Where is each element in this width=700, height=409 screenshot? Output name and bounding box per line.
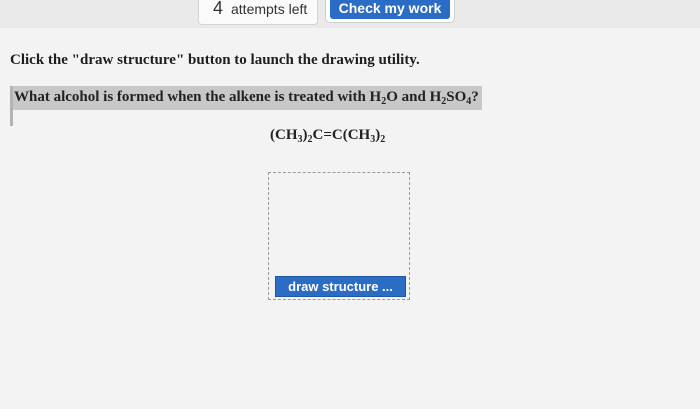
question-part: SO — [446, 89, 467, 105]
draw-structure-button[interactable]: draw structure ... — [275, 276, 406, 297]
question-part: O and H — [386, 89, 442, 105]
question-text: What alcohol is formed when the alkene i… — [14, 89, 479, 107]
question-part: ? — [471, 89, 479, 105]
question-accent-bar — [10, 86, 13, 126]
check-my-work-button[interactable]: Check my work — [325, 0, 455, 23]
question-part: What alcohol is formed when the alkene i… — [14, 89, 382, 105]
check-my-work-label: Check my work — [330, 0, 450, 19]
instruction-text: Click the "draw structure" button to lau… — [10, 52, 420, 68]
attempts-count: 4 — [213, 0, 224, 18]
formula-part: (CH — [270, 127, 298, 143]
attempts-indicator: 4 attempts left — [198, 0, 318, 25]
attempts-label: attempts left — [231, 1, 308, 17]
formula-part: C=C(CH — [312, 127, 371, 143]
alkene-formula: (CH3)2C=C(CH3)2 — [270, 127, 386, 145]
subscript: 2 — [380, 134, 386, 145]
